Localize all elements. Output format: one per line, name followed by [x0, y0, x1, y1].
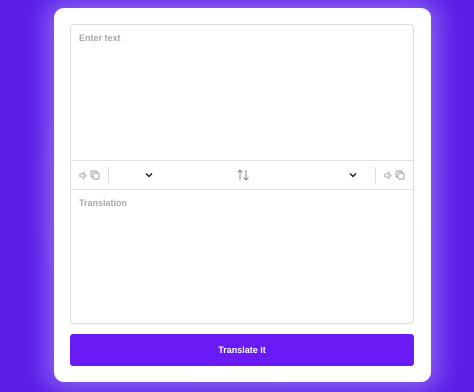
translator-box: Translation: [70, 24, 414, 324]
source-text-input[interactable]: [71, 25, 413, 160]
translate-button[interactable]: Translate it: [70, 334, 414, 366]
source-language-select[interactable]: [109, 161, 161, 189]
target-tools: [376, 161, 413, 189]
chevron-down-icon: [145, 172, 153, 178]
swap-arrows-icon: [236, 169, 250, 181]
translation-placeholder: Translation: [79, 198, 128, 208]
chevron-down-icon: [349, 172, 357, 178]
language-toolbar: [71, 160, 413, 190]
translation-output: Translation: [71, 190, 413, 324]
copy-icon[interactable]: [395, 170, 405, 180]
source-tools: [71, 161, 108, 189]
swap-languages-button[interactable]: [161, 161, 325, 189]
translator-card: Translation Translate it: [54, 8, 431, 382]
speaker-icon[interactable]: [79, 171, 88, 180]
speaker-icon[interactable]: [384, 171, 393, 180]
copy-icon[interactable]: [90, 170, 100, 180]
target-language-select[interactable]: [325, 161, 365, 189]
